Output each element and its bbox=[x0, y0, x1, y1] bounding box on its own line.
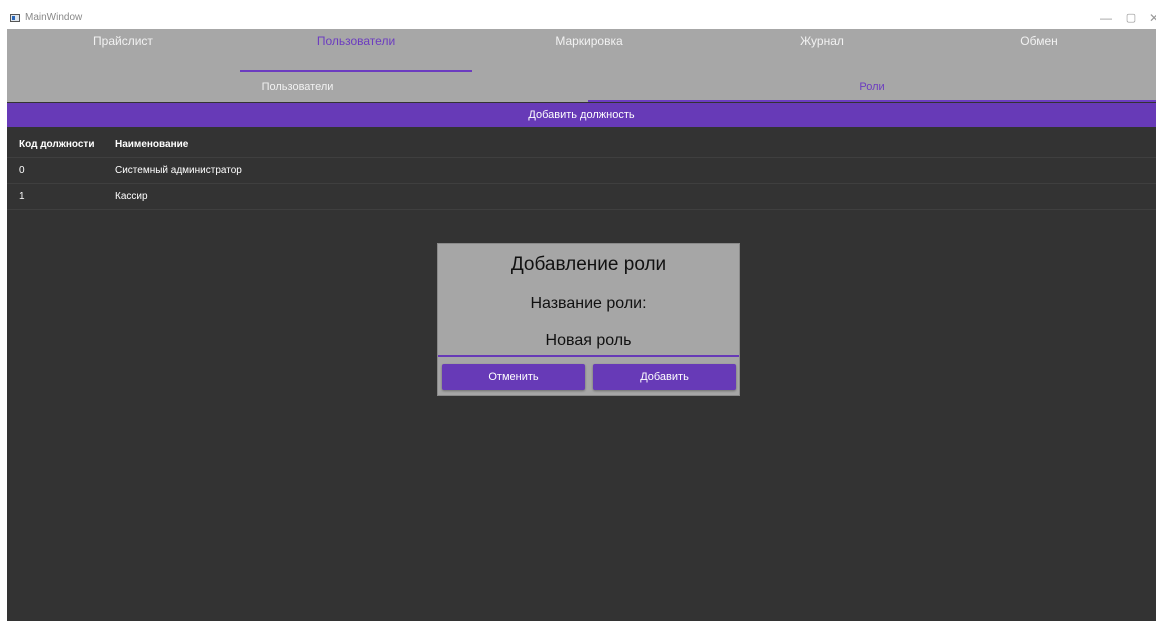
app-window-icon bbox=[10, 14, 20, 22]
column-header-code[interactable]: Код должности bbox=[19, 132, 94, 158]
table-row[interactable]: 0 Системный администратор bbox=[7, 158, 1156, 184]
positions-table: Код должности Наименование 0 Системный а… bbox=[7, 132, 1156, 210]
column-header-name[interactable]: Наименование bbox=[115, 132, 188, 158]
cancel-button[interactable]: Отменить bbox=[442, 364, 585, 390]
cell-name: Кассир bbox=[115, 191, 148, 202]
tab-label: Пользователи bbox=[316, 34, 396, 48]
active-tab-indicator bbox=[240, 70, 472, 72]
tab-label: Прайслист bbox=[93, 34, 153, 48]
subtab-label: Пользователи bbox=[261, 81, 334, 93]
cell-code: 0 bbox=[19, 165, 25, 176]
sub-tab-bar: Пользователи Роли bbox=[7, 75, 1156, 102]
tab-exchange[interactable]: Обмен bbox=[923, 29, 1155, 75]
add-role-dialog: Добавление роли Название роли: Отменить … bbox=[437, 243, 740, 396]
maximize-icon[interactable]: ▢ bbox=[1120, 9, 1142, 27]
tab-label: Маркировка bbox=[555, 34, 623, 48]
subtab-roles[interactable]: Роли bbox=[588, 75, 1156, 102]
title-bar: MainWindow — ▢ ✕ bbox=[7, 8, 1156, 29]
add-button[interactable]: Добавить bbox=[593, 364, 736, 390]
cell-name: Системный администратор bbox=[115, 165, 242, 176]
role-name-input[interactable] bbox=[438, 327, 739, 357]
active-subtab-indicator bbox=[588, 100, 1156, 102]
cell-code: 1 bbox=[19, 191, 25, 202]
add-position-button[interactable]: Добавить должность bbox=[7, 103, 1156, 127]
close-icon[interactable]: ✕ bbox=[1143, 9, 1156, 27]
table-header-row: Код должности Наименование bbox=[7, 132, 1156, 158]
tab-pricelist[interactable]: Прайслист bbox=[7, 29, 239, 75]
tab-label: Журнал bbox=[800, 34, 844, 48]
subtab-label: Роли bbox=[859, 81, 885, 93]
minimize-icon[interactable]: — bbox=[1095, 9, 1117, 27]
tab-label: Обмен bbox=[1020, 34, 1058, 48]
dialog-title: Добавление роли bbox=[510, 254, 667, 275]
main-window: MainWindow — ▢ ✕ Прайслист Пользователи … bbox=[7, 8, 1156, 621]
tab-marking[interactable]: Маркировка bbox=[473, 29, 705, 75]
tab-users[interactable]: Пользователи bbox=[240, 29, 472, 75]
window-title: MainWindow bbox=[25, 12, 83, 23]
subtab-users[interactable]: Пользователи bbox=[7, 75, 588, 102]
role-name-label: Название роли: bbox=[530, 295, 647, 312]
main-tab-bar: Прайслист Пользователи Маркировка Журнал… bbox=[7, 29, 1156, 75]
tab-journal[interactable]: Журнал bbox=[706, 29, 938, 75]
table-row[interactable]: 1 Кассир bbox=[7, 184, 1156, 210]
